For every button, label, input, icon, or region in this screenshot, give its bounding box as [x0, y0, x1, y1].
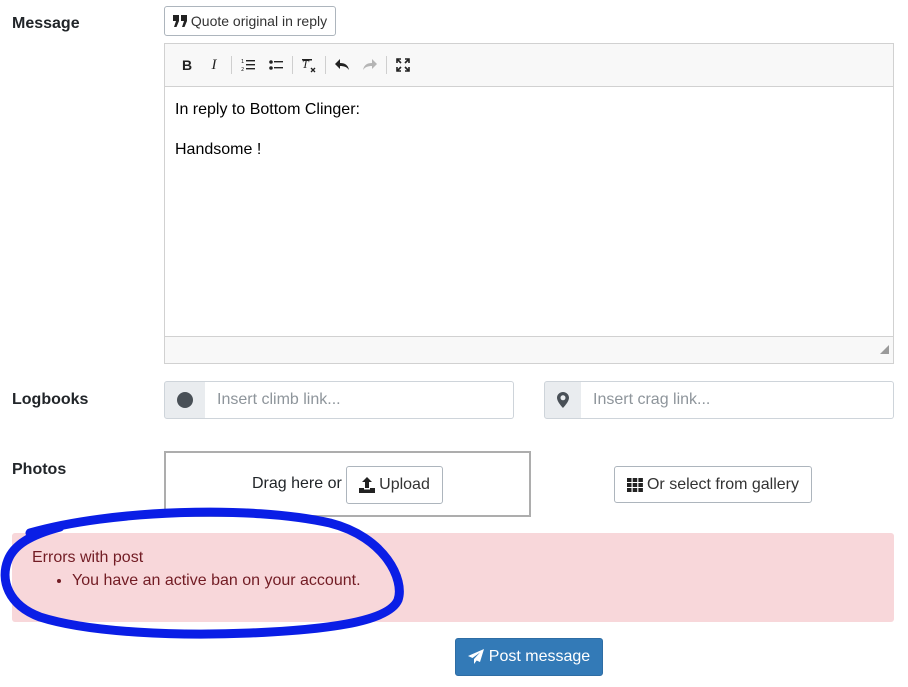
crag-link-input[interactable] [581, 381, 894, 419]
quote-button-label: Quote original in reply [190, 13, 328, 29]
numbered-list-icon: 1 2 [241, 58, 255, 72]
undo-icon [334, 58, 350, 72]
editor-text-line: Handsome ! [175, 141, 262, 158]
upload-button-label: Upload [379, 476, 430, 493]
error-item: You have an active ban on your account. [72, 561, 361, 601]
svg-text:2: 2 [241, 67, 244, 72]
climb-addon [164, 381, 206, 419]
italic-button[interactable]: I [202, 54, 226, 76]
editor-reply-line: In reply to Bottom Clinger: [175, 101, 360, 118]
editor-statusbar [165, 336, 893, 363]
fullscreen-icon [396, 58, 410, 72]
redo-icon [362, 58, 378, 72]
circle-icon [176, 391, 194, 409]
numbered-list-button[interactable]: 1 2 [236, 54, 260, 76]
crag-addon [544, 381, 582, 419]
error-alert: Errors with post You have an active ban … [12, 533, 894, 622]
editor-toolbar: B I 1 2 T [165, 44, 893, 87]
bullet-list-icon [269, 58, 283, 72]
upload-icon [359, 477, 376, 493]
map-marker-icon [557, 392, 569, 408]
quote-icon [172, 15, 187, 27]
gallery-button-label: Or select from gallery [646, 475, 800, 493]
upload-button[interactable]: Upload [346, 466, 443, 504]
logbooks-label: Logbooks [12, 391, 89, 408]
resize-handle-icon[interactable] [880, 341, 889, 359]
italic-icon: I [211, 56, 217, 73]
svg-text:1: 1 [241, 59, 244, 65]
bullet-list-button[interactable] [264, 54, 288, 76]
select-from-gallery-button[interactable]: Or select from gallery [614, 466, 812, 503]
quote-original-button[interactable]: Quote original in reply [164, 6, 336, 36]
remove-format-button[interactable]: T [297, 54, 321, 76]
message-label: Message [12, 15, 80, 32]
post-message-label: Post message [488, 648, 591, 665]
rich-text-editor[interactable]: B I 1 2 T In reply to Bottom Clinger: Ha… [164, 43, 894, 364]
error-list: You have an active ban on your account. [32, 561, 361, 601]
grid-icon [626, 477, 643, 492]
bold-icon: B [181, 57, 193, 73]
remove-format-icon: T [301, 57, 317, 73]
photos-label: Photos [12, 461, 67, 478]
drag-here-text: Drag here or [252, 475, 342, 492]
redo-button[interactable] [358, 54, 382, 76]
editor-content[interactable]: In reply to Bottom Clinger: Handsome ! [165, 87, 893, 193]
paper-plane-icon [467, 649, 484, 665]
undo-button[interactable] [330, 54, 354, 76]
post-message-button[interactable]: Post message [455, 638, 603, 676]
bold-button[interactable]: B [175, 54, 199, 76]
photo-dropzone[interactable]: Drag here or Upload [164, 451, 531, 517]
fullscreen-button[interactable] [391, 54, 415, 76]
climb-link-input[interactable] [205, 381, 514, 419]
